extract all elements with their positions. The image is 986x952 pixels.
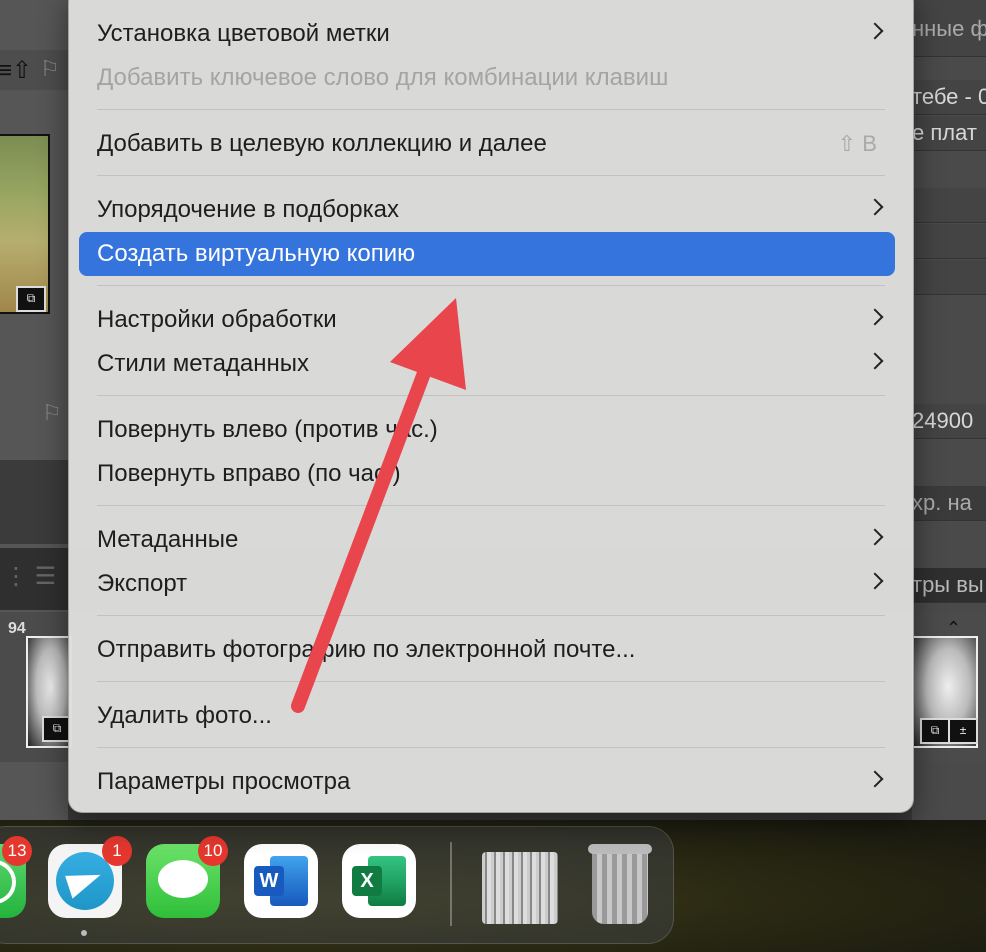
menu-separator xyxy=(97,175,885,176)
menu-item-metadata-presets[interactable]: Стили метаданных xyxy=(79,342,895,386)
chevron-right-icon xyxy=(866,770,884,788)
menu-separator xyxy=(97,615,885,616)
menu-item-label: Повернуть влево (против час.) xyxy=(97,416,438,443)
menu-item-label: Стили метаданных xyxy=(97,350,310,377)
messages-badge: 10 xyxy=(198,836,228,866)
right-panel-text-2: тебе - 0 xyxy=(912,84,986,109)
right-panel-field[interactable] xyxy=(912,224,986,259)
menu-item-label: Удалить фото... xyxy=(97,702,272,729)
menu-separator xyxy=(97,681,885,682)
right-panel-text-1: нные ф xyxy=(912,16,986,41)
trash-icon[interactable] xyxy=(588,838,652,926)
menu-separator xyxy=(97,285,885,286)
menu-item-label: Метаданные xyxy=(97,526,239,553)
menu-item-export[interactable]: Экспорт xyxy=(79,562,895,606)
right-panel-text-3: е плат xyxy=(912,120,977,145)
dock-divider xyxy=(450,842,452,926)
chevron-right-icon xyxy=(866,572,884,590)
right-panel-text-4: 24900 xyxy=(912,408,974,433)
menu-separator xyxy=(97,395,885,396)
virtual-copy-icon: ⧉ xyxy=(920,718,950,744)
menu-item-remove-photo[interactable]: Удалить фото... xyxy=(79,694,895,738)
right-panel-text-5: хр. на xyxy=(912,490,972,515)
menu-item-create-virtual-copy[interactable]: Создать виртуальную копию xyxy=(79,232,895,276)
flag-icon[interactable]: ⚐ xyxy=(40,56,60,82)
flag-icon-2[interactable]: ⚐ xyxy=(42,400,62,426)
excel-letter: X xyxy=(352,866,382,896)
running-indicator xyxy=(81,930,87,936)
menu-item-label: Настройки обработки xyxy=(97,306,337,333)
chevron-right-icon xyxy=(866,22,884,40)
document-stack-icon[interactable] xyxy=(482,852,558,924)
menu-item-develop-settings[interactable]: Настройки обработки xyxy=(79,298,895,342)
menu-item-label: Повернуть вправо (по час.) xyxy=(97,460,401,487)
menu-item-metadata[interactable]: Метаданные xyxy=(79,518,895,562)
menu-separator xyxy=(97,109,885,110)
menu-item-add-shortcut-keyword: Добавить ключевое слово для комбинации к… xyxy=(79,56,895,100)
menu-separator xyxy=(97,505,885,506)
menu-item-rotate-left[interactable]: Повернуть влево (против час.) xyxy=(79,408,895,452)
chevron-right-icon xyxy=(866,308,884,326)
chevron-right-icon xyxy=(866,198,884,216)
menu-item-add-to-target-collection[interactable]: Добавить в целевую коллекцию и далее ⇧ B xyxy=(79,122,895,166)
menu-item-label: Экспорт xyxy=(97,570,188,597)
right-panel-text-6: тры вы xyxy=(912,572,984,597)
chevron-right-icon xyxy=(866,352,884,370)
excel-icon[interactable]: X xyxy=(342,844,416,918)
menu-item-email-photo[interactable]: Отправить фотографию по электронной почт… xyxy=(79,628,895,672)
shortcut-label: ⇧ B xyxy=(837,131,877,156)
menu-separator xyxy=(97,747,885,748)
menu-item-view-options[interactable]: Параметры просмотра xyxy=(79,760,895,804)
filmstrip-counter: 94 xyxy=(8,620,26,637)
right-panel-field[interactable] xyxy=(912,260,986,295)
virtual-copy-icon: ⧉ xyxy=(16,286,46,312)
filmstrip-nav-icon[interactable]: ⋮ ☰ xyxy=(4,562,56,591)
word-icon[interactable]: W xyxy=(244,844,318,918)
menu-item-label: Параметры просмотра xyxy=(97,768,351,795)
chevron-up-icon[interactable]: ⌃ xyxy=(946,618,961,639)
telegram-badge: 1 xyxy=(102,836,132,866)
whatsapp-badge: 13 xyxy=(2,836,32,866)
menu-item-color-label[interactable]: Установка цветовой метки xyxy=(79,12,895,56)
left-flag-row: ⚐ xyxy=(0,396,68,460)
menu-item-label: Добавить ключевое слово для комбинации к… xyxy=(97,64,669,91)
menu-item-label: Добавить в целевую коллекцию и далее xyxy=(97,130,547,157)
menu-item-label: Установка цветовой метки xyxy=(97,20,390,47)
sort-arrow-icon[interactable]: ≡⇧ xyxy=(0,56,32,85)
edit-badge-icon: ± xyxy=(948,718,978,744)
menu-item-rotate-right[interactable]: Повернуть вправо (по час.) xyxy=(79,452,895,496)
menu-item-label: Отправить фотографию по электронной почт… xyxy=(97,636,636,663)
left-toolbar: ≡⇧ ⚐ xyxy=(0,50,68,90)
word-letter: W xyxy=(254,866,284,896)
right-panel-field[interactable] xyxy=(912,188,986,223)
menu-item-stacking[interactable]: Упорядочение в подборках xyxy=(79,188,895,232)
chevron-right-icon xyxy=(866,528,884,546)
menu-item-label: Создать виртуальную копию xyxy=(97,240,416,267)
context-menu: Установка цветовой метки Добавить ключев… xyxy=(68,0,914,813)
menu-item-label: Упорядочение в подборках xyxy=(97,196,399,223)
